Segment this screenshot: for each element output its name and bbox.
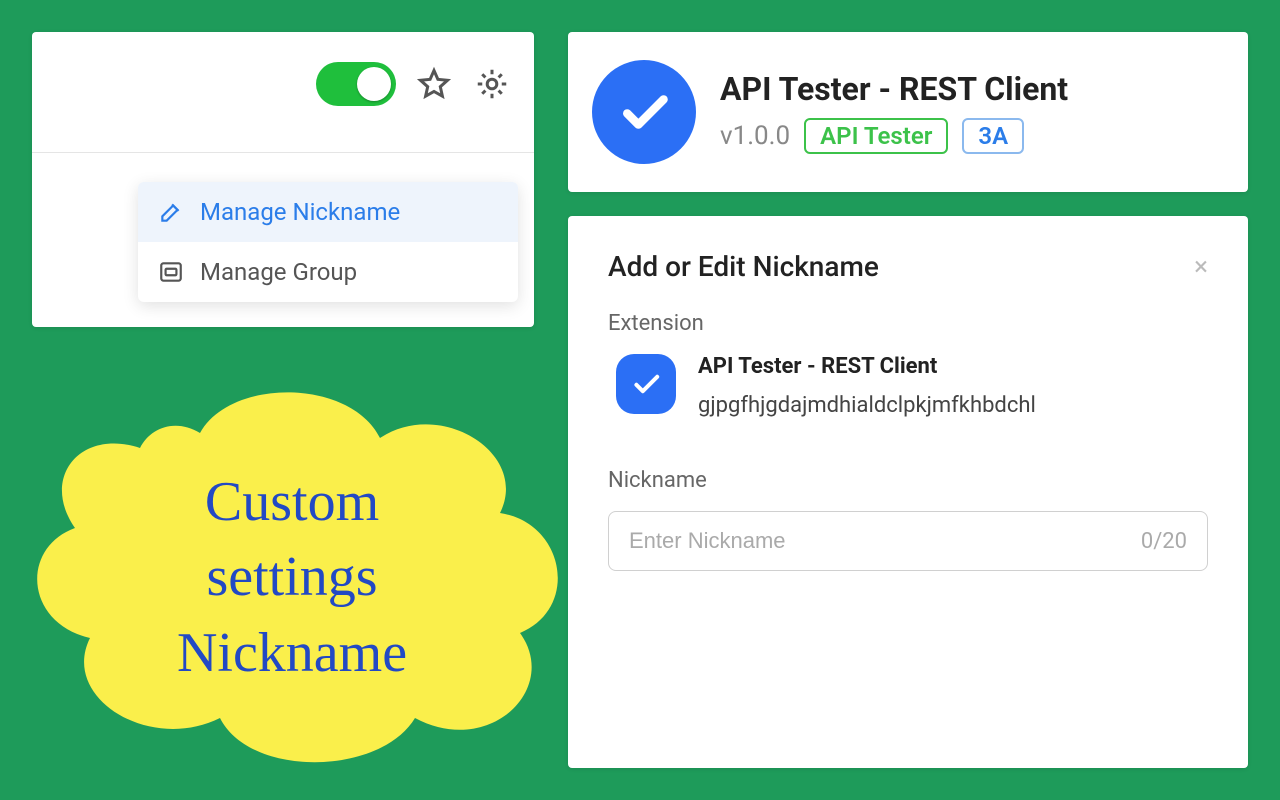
dialog-header: Add or Edit Nickname × <box>608 250 1208 283</box>
toggle-knob <box>357 67 391 101</box>
settings-button[interactable] <box>472 64 512 104</box>
close-icon: × <box>1194 252 1208 282</box>
extension-id: gjpgfhjgdajmdhialdclpkjmfkhbdchl <box>698 393 1036 418</box>
extension-header-info: API Tester - REST Client v1.0.0 API Test… <box>720 70 1068 154</box>
menu-item-label: Manage Group <box>200 258 357 286</box>
extension-header-card: API Tester - REST Client v1.0.0 API Test… <box>568 32 1248 192</box>
extension-version: v1.0.0 <box>720 121 790 151</box>
settings-dropdown: Manage Nickname Manage Group <box>138 182 518 302</box>
check-icon <box>616 84 672 140</box>
callout-text: Custom settings Nickname <box>20 358 564 778</box>
badge-api-tester: API Tester <box>804 118 948 154</box>
favorite-button[interactable] <box>414 64 454 104</box>
check-icon <box>630 368 662 400</box>
extension-title: API Tester - REST Client <box>720 70 1068 108</box>
extension-info: API Tester - REST Client gjpgfhjgdajmdhi… <box>698 354 1036 418</box>
section-label-extension: Extension <box>608 311 1208 336</box>
section-label-nickname: Nickname <box>608 468 1208 493</box>
extension-logo <box>592 60 696 164</box>
divider <box>32 152 534 153</box>
nickname-field[interactable]: 0/20 <box>608 511 1208 571</box>
extension-row: API Tester - REST Client gjpgfhjgdajmdhi… <box>608 354 1208 418</box>
char-counter: 0/20 <box>1141 529 1187 554</box>
star-icon <box>416 66 452 102</box>
extension-logo-small <box>616 354 676 414</box>
dialog-title: Add or Edit Nickname <box>608 250 879 283</box>
settings-toolbar-card: Manage Nickname Manage Group <box>32 32 534 327</box>
extension-meta-row: v1.0.0 API Tester 3A <box>720 118 1068 154</box>
callout-cloud: Custom settings Nickname <box>20 358 564 778</box>
group-icon <box>158 259 184 285</box>
menu-item-manage-group[interactable]: Manage Group <box>138 242 518 302</box>
toolbar <box>316 62 512 106</box>
nickname-input[interactable] <box>629 528 1129 554</box>
gear-icon <box>474 66 510 102</box>
extension-name: API Tester - REST Client <box>698 354 1036 379</box>
nickname-dialog: Add or Edit Nickname × Extension API Tes… <box>568 216 1248 768</box>
close-button[interactable]: × <box>1194 254 1208 280</box>
badge-3a: 3A <box>962 118 1024 154</box>
enable-toggle[interactable] <box>316 62 396 106</box>
menu-item-label: Manage Nickname <box>200 198 400 226</box>
edit-icon <box>158 199 184 225</box>
menu-item-manage-nickname[interactable]: Manage Nickname <box>138 182 518 242</box>
